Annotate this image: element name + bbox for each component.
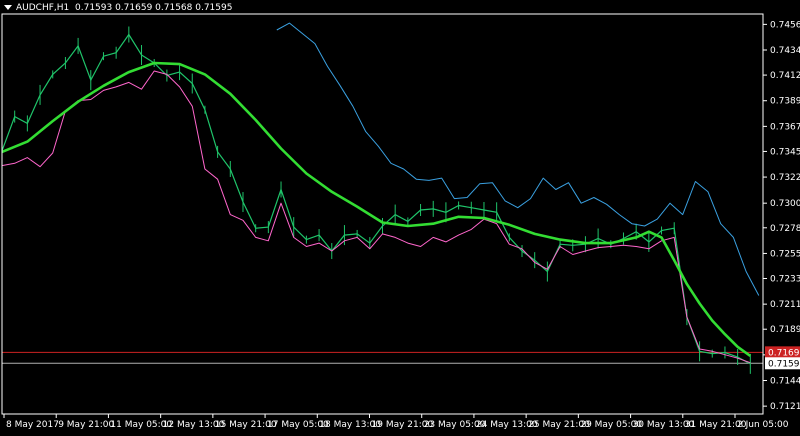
x-tick-label: 9 May 21:00 <box>58 420 114 430</box>
y-tick-label: 0.73000 <box>770 199 800 209</box>
y-tick-label: 0.73454 <box>770 147 800 157</box>
symbol-label: AUDCHF,H1 <box>16 3 70 13</box>
y-tick-label: 0.71894 <box>770 325 800 335</box>
symbol-header[interactable]: AUDCHF,H1 0.71593 0.71659 0.71568 0.7159… <box>4 3 232 13</box>
price-chart[interactable]: 0.74569 0.74344 0.74124 0.73899 0.73674 0.734… <box>0 0 800 432</box>
y-tick-label: 0.72339 <box>770 275 800 285</box>
y-tick-label: 0.72114 <box>770 300 800 310</box>
y-tick-label: 0.73229 <box>770 173 800 183</box>
y-tick-label: 0.73674 <box>770 122 800 132</box>
chart-background <box>0 0 800 432</box>
chart-window[interactable]: 0.74569 0.74344 0.74124 0.73899 0.73674 0.734… <box>0 0 800 432</box>
y-tick-label: 0.74569 <box>770 20 800 30</box>
y-tick-label: 0.74124 <box>770 71 800 81</box>
x-tick-label: 2 Jun 05:00 <box>737 420 789 430</box>
y-tick-label: 0.74344 <box>770 46 800 56</box>
y-tick-label: 0.71219 <box>770 402 800 412</box>
alert-price-tag-label: 0.71691 <box>768 348 800 358</box>
dropdown-triangle-icon[interactable] <box>4 5 12 10</box>
current-price-tag-label: 0.71595 <box>768 359 800 369</box>
ohlc-values: 0.71593 0.71659 0.71568 0.71595 <box>75 3 233 13</box>
y-tick-label: 0.72559 <box>770 249 800 259</box>
y-tick-label: 0.72784 <box>770 224 800 234</box>
y-tick-label: 0.71444 <box>770 376 800 386</box>
y-tick-label: 0.73899 <box>770 97 800 107</box>
x-tick-label: 8 May 2017 <box>6 420 59 430</box>
